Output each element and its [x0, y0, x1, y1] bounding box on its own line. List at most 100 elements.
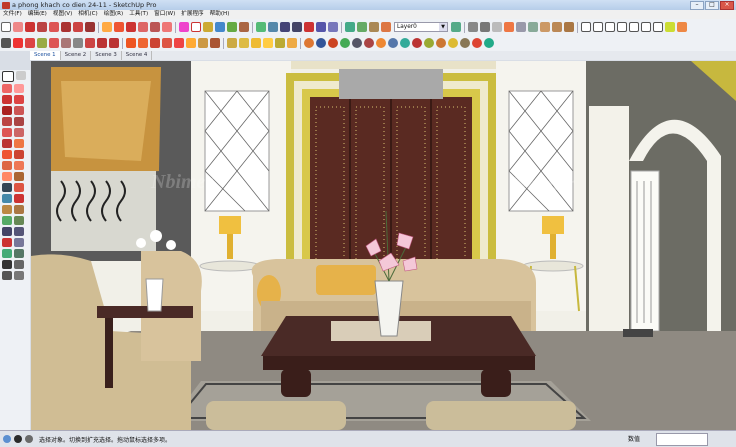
move-icon[interactable] [2, 150, 12, 159]
render-sphere-icon[interactable] [304, 38, 314, 48]
orbit-icon[interactable] [256, 22, 266, 32]
model-viewport[interactable]: Nbimer Nbimer [31, 61, 736, 430]
ruby-console-icon[interactable] [468, 22, 478, 32]
zoom-icon[interactable] [2, 227, 12, 236]
move-icon[interactable] [114, 22, 124, 32]
section-plane-icon[interactable] [381, 22, 391, 32]
ies-light-icon[interactable] [436, 38, 446, 48]
infinite-plane-icon[interactable] [484, 38, 494, 48]
shaded-icon[interactable] [540, 22, 550, 32]
credits-icon[interactable] [14, 435, 22, 443]
warehouse-icon[interactable] [227, 38, 237, 48]
scale-icon[interactable] [14, 161, 24, 170]
components-icon[interactable] [1, 38, 11, 48]
geo-location-icon[interactable] [3, 435, 11, 443]
zoom-extents-icon[interactable] [2, 238, 12, 247]
axes-icon[interactable] [14, 194, 24, 203]
undo-icon[interactable] [97, 38, 107, 48]
layer-dropdown[interactable]: Layer0 ▼ [394, 22, 448, 32]
maximize-button[interactable]: □ [705, 1, 719, 10]
subtract-icon[interactable] [138, 38, 148, 48]
dropdown-icon[interactable]: ▼ [439, 23, 447, 31]
copy-icon[interactable] [61, 38, 71, 48]
section-plane-icon[interactable] [14, 205, 24, 214]
frame-buffer-icon[interactable] [376, 38, 386, 48]
freehand-icon[interactable] [14, 95, 24, 104]
plane-light-icon[interactable] [460, 38, 470, 48]
make-component-icon[interactable] [16, 71, 26, 80]
layer-icon[interactable] [451, 22, 461, 32]
next-view-icon[interactable] [328, 22, 338, 32]
circle-icon[interactable] [2, 117, 12, 126]
front-view-icon[interactable] [617, 22, 627, 32]
redo-icon[interactable] [109, 38, 119, 48]
circle-icon[interactable] [73, 22, 83, 32]
previous-view-icon[interactable] [14, 238, 24, 247]
previous-view-icon[interactable] [316, 22, 326, 32]
menu-tools[interactable]: 工具(T) [126, 10, 151, 19]
text-icon[interactable] [215, 22, 225, 32]
measurements-input[interactable] [656, 433, 708, 446]
arc-icon[interactable] [37, 22, 47, 32]
paint-icon[interactable] [239, 22, 249, 32]
offset-icon[interactable] [2, 172, 12, 181]
menu-camera[interactable]: 相机(C) [75, 10, 100, 19]
eraser-icon[interactable] [13, 22, 23, 32]
tab-scene-4[interactable]: Scene 4 [122, 51, 153, 60]
pie-icon[interactable] [14, 128, 24, 137]
zoom-icon[interactable] [280, 22, 290, 32]
curve-icon[interactable] [37, 38, 47, 48]
menu-draw[interactable]: 绘图(R) [101, 10, 126, 19]
camera-sphere-icon[interactable] [340, 38, 350, 48]
monochrome-icon[interactable] [564, 22, 574, 32]
cut-icon[interactable] [49, 38, 59, 48]
pencil-icon[interactable] [25, 22, 35, 32]
rectangle-icon[interactable] [2, 106, 12, 115]
dimension-icon[interactable] [2, 183, 12, 192]
text-icon[interactable] [2, 194, 12, 203]
pencil-icon[interactable] [2, 95, 12, 104]
footprint-icon[interactable] [2, 271, 12, 280]
pan-icon[interactable] [14, 216, 24, 225]
env-sphere-icon[interactable] [352, 38, 362, 48]
menu-file[interactable]: 文件(F) [0, 10, 25, 19]
minimize-button[interactable]: – [690, 1, 704, 10]
dimension-icon[interactable] [191, 22, 201, 32]
zoom-window-icon[interactable] [14, 227, 24, 236]
material-sphere-icon[interactable] [316, 38, 326, 48]
push-pull-icon[interactable] [14, 139, 24, 148]
xray-icon[interactable] [504, 22, 514, 32]
arc3-icon[interactable] [2, 139, 12, 148]
zoom-window-icon[interactable] [292, 22, 302, 32]
photo-icon[interactable] [665, 22, 675, 32]
left-view-icon[interactable] [653, 22, 663, 32]
offset-icon[interactable] [162, 22, 172, 32]
wireframe-icon[interactable] [516, 22, 526, 32]
arc-icon[interactable] [2, 128, 12, 137]
styles-icon[interactable] [287, 38, 297, 48]
tab-scene-1[interactable]: Scene 1 [30, 51, 61, 60]
select-icon[interactable] [1, 22, 11, 32]
render-icon[interactable] [388, 38, 398, 48]
menu-window[interactable]: 窗口(W) [151, 10, 178, 19]
textured-icon[interactable] [552, 22, 562, 32]
model-info-icon[interactable] [275, 38, 285, 48]
section-icon[interactable] [210, 38, 220, 48]
walk-icon[interactable] [2, 260, 12, 269]
solid-icon[interactable] [198, 38, 208, 48]
push-pull-icon[interactable] [102, 22, 112, 32]
pan-icon[interactable] [268, 22, 278, 32]
tab-scene-3[interactable]: Scene 3 [91, 51, 122, 60]
select-icon[interactable] [2, 71, 14, 82]
options-sphere-icon[interactable] [364, 38, 374, 48]
protractor-icon[interactable] [14, 183, 24, 192]
scale-icon[interactable] [138, 22, 148, 32]
protractor-icon[interactable] [203, 22, 213, 32]
back-view-icon[interactable] [641, 22, 651, 32]
top-view-icon[interactable] [605, 22, 615, 32]
send-layout-icon[interactable] [251, 38, 261, 48]
look-around-icon[interactable] [369, 22, 379, 32]
tape-icon[interactable] [14, 172, 24, 181]
split-icon[interactable] [162, 38, 172, 48]
freehand-icon[interactable] [49, 22, 59, 32]
